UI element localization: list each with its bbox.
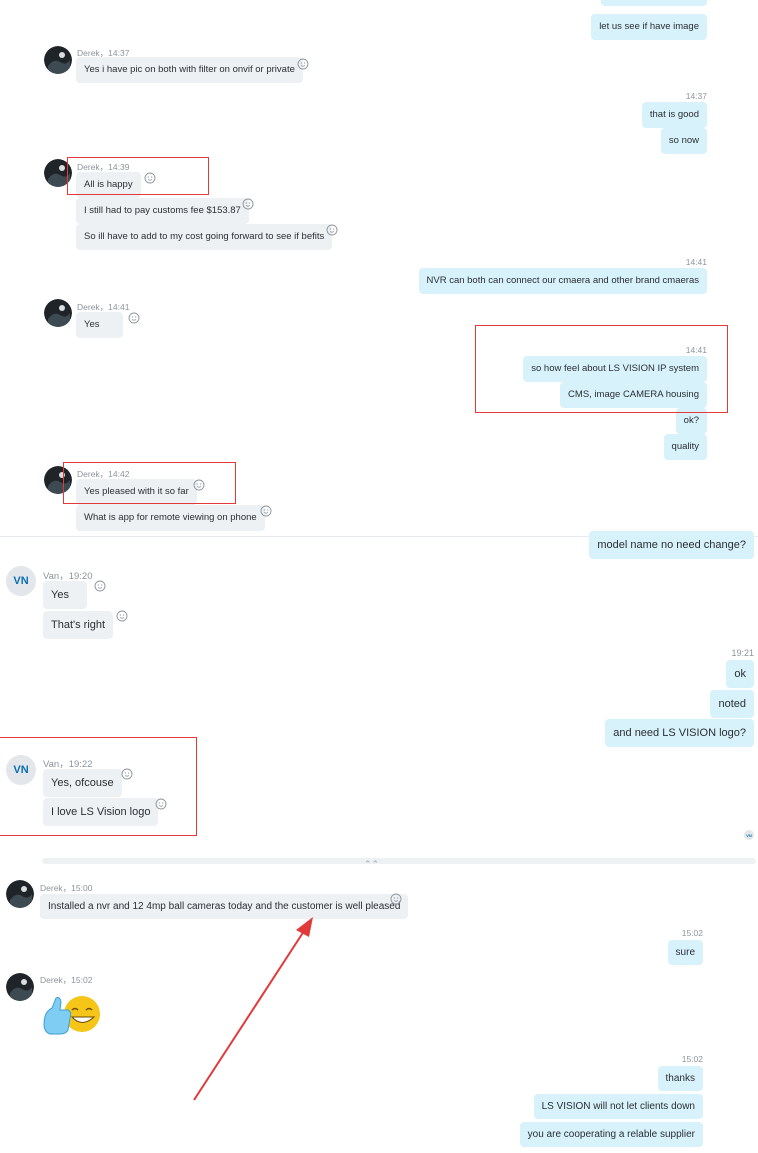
message-bubble-incoming[interactable]: Installed a nvr and 12 4mp ball cameras … bbox=[40, 894, 409, 919]
message-text: let us see if have image bbox=[599, 21, 699, 33]
message-bubble-incoming[interactable]: So ill have to add to my cost going forw… bbox=[76, 224, 333, 250]
message-bubble-outgoing[interactable]: NVR can both can connect our cmaera and … bbox=[418, 268, 707, 294]
annotation-box bbox=[475, 325, 728, 413]
message-bubble-outgoing[interactable]: ok bbox=[726, 660, 754, 688]
message-bubble-outgoing[interactable]: model name no need change? bbox=[589, 531, 754, 559]
message-text: model name no need change? bbox=[597, 538, 746, 551]
message-text: sure bbox=[675, 946, 695, 958]
thumbs-up-emoji-icon bbox=[43, 996, 100, 1035]
message-text: So ill have to add to my cost going forw… bbox=[84, 231, 325, 243]
message-bubble-outgoing[interactable]: quality bbox=[663, 434, 707, 460]
add-reaction-icon[interactable] bbox=[326, 224, 338, 236]
avatar[interactable]: VN bbox=[6, 566, 36, 596]
message-time: 14:37 bbox=[685, 91, 707, 101]
message-time: 15:02 bbox=[681, 1054, 703, 1064]
message-text: thanks bbox=[665, 1072, 695, 1084]
message-bubble-incoming[interactable]: I still had to pay customs fee $153.87 bbox=[76, 198, 249, 224]
message-time: 14:41 bbox=[685, 257, 707, 267]
message-text: you are cooperating a relable supplier bbox=[527, 1128, 695, 1140]
message-bubble-outgoing[interactable]: and need LS VISION logo? bbox=[605, 719, 754, 747]
add-reaction-icon[interactable] bbox=[94, 580, 106, 592]
read-receipt-avatar: VN bbox=[744, 830, 754, 840]
message-bubble-outgoing[interactable]: thanks bbox=[657, 1066, 703, 1091]
message-bubble-incoming[interactable]: Yes i have pic on both with filter on on… bbox=[76, 57, 303, 83]
message-bubble-outgoing[interactable]: LS VISION will not let clients down bbox=[533, 1094, 703, 1119]
message-text: That's right bbox=[51, 618, 106, 631]
annotation-box bbox=[63, 462, 236, 504]
annotation-box bbox=[0, 737, 197, 836]
message-text: noted bbox=[718, 697, 746, 710]
message-time: 15:02 bbox=[681, 928, 703, 938]
message-bubble-outgoing[interactable]: that is good bbox=[641, 102, 707, 128]
message-bubble-outgoing[interactable]: sure bbox=[667, 940, 703, 965]
message-text: Yes bbox=[84, 319, 100, 331]
message-text: LS VISION will not let clients down bbox=[541, 1100, 695, 1112]
message-time: 19:21 bbox=[731, 648, 754, 658]
message-text: quality bbox=[671, 441, 699, 453]
message-text: ok bbox=[734, 667, 746, 680]
message-text: I still had to pay customs fee $153.87 bbox=[84, 205, 241, 217]
message-text: Yes i have pic on both with filter on on… bbox=[84, 64, 295, 76]
message-bubble-incoming[interactable]: That's right bbox=[43, 611, 114, 639]
avatar[interactable] bbox=[44, 299, 72, 327]
message-text: so now bbox=[668, 135, 699, 147]
avatar[interactable] bbox=[44, 46, 72, 74]
message-text: Yes bbox=[51, 588, 69, 601]
message-text: NVR can both can connect our cmaera and … bbox=[426, 275, 700, 287]
message-bubble-outgoing[interactable]: let us see if have image bbox=[591, 14, 707, 40]
message-bubble-incoming[interactable]: Yes bbox=[43, 581, 87, 609]
sender-meta: Derek，15:02 bbox=[40, 975, 93, 985]
add-reaction-icon[interactable] bbox=[390, 893, 402, 905]
avatar[interactable] bbox=[6, 973, 34, 1001]
sender-meta: Derek，15:00 bbox=[40, 883, 93, 893]
message-text: and need LS VISION logo? bbox=[613, 726, 746, 739]
annotation-box bbox=[67, 157, 209, 195]
add-reaction-icon[interactable] bbox=[116, 610, 128, 622]
avatar-initials: VN bbox=[13, 575, 29, 587]
message-text: Installed a nvr and 12 4mp ball cameras … bbox=[48, 900, 401, 912]
message-text: What is app for remote viewing on phone bbox=[84, 512, 257, 524]
message-bubble-incoming[interactable]: Yes bbox=[76, 312, 123, 338]
sender-meta: Van，19:20 bbox=[43, 571, 93, 582]
add-reaction-icon[interactable] bbox=[128, 312, 140, 324]
message-bubble-outgoing[interactable] bbox=[601, 0, 707, 6]
read-receipt-initials: VN bbox=[746, 832, 752, 838]
message-text: that is good bbox=[649, 109, 699, 121]
add-reaction-icon[interactable] bbox=[242, 198, 254, 210]
message-bubble-outgoing[interactable]: noted bbox=[710, 690, 754, 718]
add-reaction-icon[interactable] bbox=[297, 58, 309, 70]
collapse-icon[interactable]: ⌃⌃ bbox=[364, 860, 379, 869]
scroll-top-bar bbox=[42, 858, 756, 864]
message-bubble-outgoing[interactable]: you are cooperating a relable supplier bbox=[519, 1122, 703, 1147]
avatar[interactable] bbox=[6, 880, 34, 908]
message-bubble-outgoing[interactable]: so now bbox=[660, 128, 707, 154]
add-reaction-icon[interactable] bbox=[260, 505, 272, 517]
message-text: ok? bbox=[683, 415, 699, 427]
message-bubble-incoming[interactable]: What is app for remote viewing on phone bbox=[76, 505, 265, 531]
